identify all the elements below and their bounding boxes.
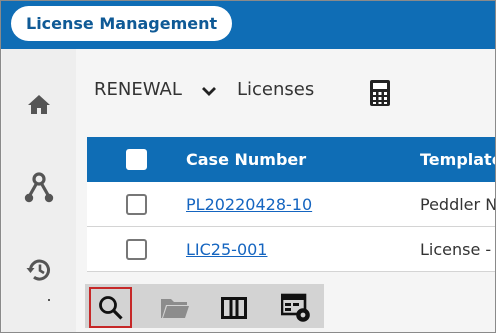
home-icon — [28, 95, 50, 114]
columns-icon — [220, 296, 247, 319]
nav-workflow[interactable] — [22, 171, 56, 205]
chevron-down-icon[interactable] — [200, 82, 218, 100]
folder-icon — [160, 298, 189, 318]
history-icon — [26, 259, 50, 281]
template-cell: License - F — [420, 240, 495, 259]
breadcrumb-page[interactable]: Licenses — [237, 79, 314, 100]
grid-settings-icon — [280, 293, 310, 322]
breadcrumb-category[interactable]: RENEWAL — [94, 79, 182, 100]
calculator-icon[interactable] — [369, 79, 391, 107]
case-number-link[interactable]: LIC25-001 — [186, 240, 267, 259]
column-header-template[interactable]: Template — [420, 150, 495, 169]
grid-header: Case Number Template — [87, 137, 495, 182]
select-all-checkbox[interactable] — [126, 149, 147, 170]
columns-button[interactable] — [212, 287, 255, 328]
app-title: License Management — [26, 14, 218, 33]
nav-history[interactable] — [22, 253, 56, 287]
top-bar: License Management — [1, 1, 495, 49]
grid-toolbar — [85, 284, 324, 328]
search-icon — [98, 295, 123, 320]
template-cell: Peddler N — [420, 195, 496, 214]
nav-home[interactable] — [22, 87, 56, 121]
license-grid: Case Number Template PL20220428-10 Peddl… — [87, 137, 496, 272]
row-checkbox[interactable] — [126, 239, 147, 260]
table-row[interactable]: LIC25-001 License - F — [87, 227, 495, 272]
workflow-icon — [24, 172, 54, 203]
app-window: License Management RENEWAL Licenses Case… — [0, 0, 496, 333]
column-header-case-number[interactable]: Case Number — [186, 150, 306, 169]
search-button[interactable] — [89, 287, 132, 328]
nav-divider-dot — [48, 299, 50, 301]
row-checkbox[interactable] — [126, 194, 147, 215]
side-nav — [2, 49, 76, 332]
breadcrumb: RENEWAL Licenses — [76, 49, 495, 137]
table-row[interactable]: PL20220428-10 Peddler N — [87, 182, 496, 227]
app-title-button[interactable]: License Management — [11, 6, 233, 41]
case-number-link[interactable]: PL20220428-10 — [186, 195, 312, 214]
folder-button[interactable] — [153, 287, 196, 328]
grid-settings-button[interactable] — [274, 287, 317, 328]
